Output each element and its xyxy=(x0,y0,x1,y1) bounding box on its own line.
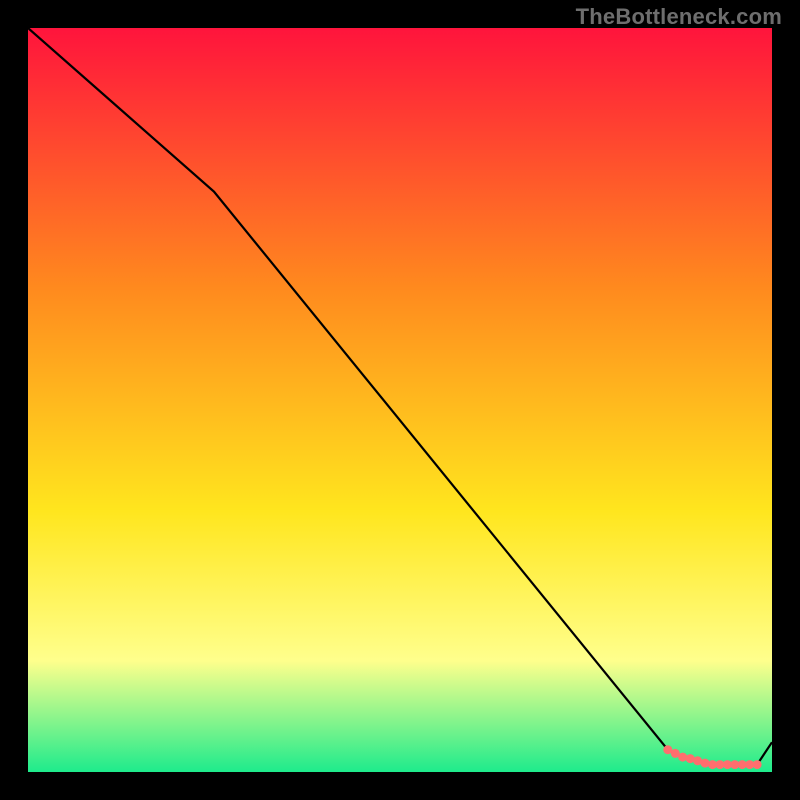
watermark-text: TheBottleneck.com xyxy=(576,4,782,30)
marker-dot xyxy=(701,759,710,768)
chart-svg xyxy=(28,28,772,772)
gradient-background xyxy=(28,28,772,772)
chart-frame: TheBottleneck.com xyxy=(0,0,800,800)
marker-dot xyxy=(753,760,762,769)
marker-dot xyxy=(678,753,687,762)
plot-area xyxy=(28,28,772,772)
